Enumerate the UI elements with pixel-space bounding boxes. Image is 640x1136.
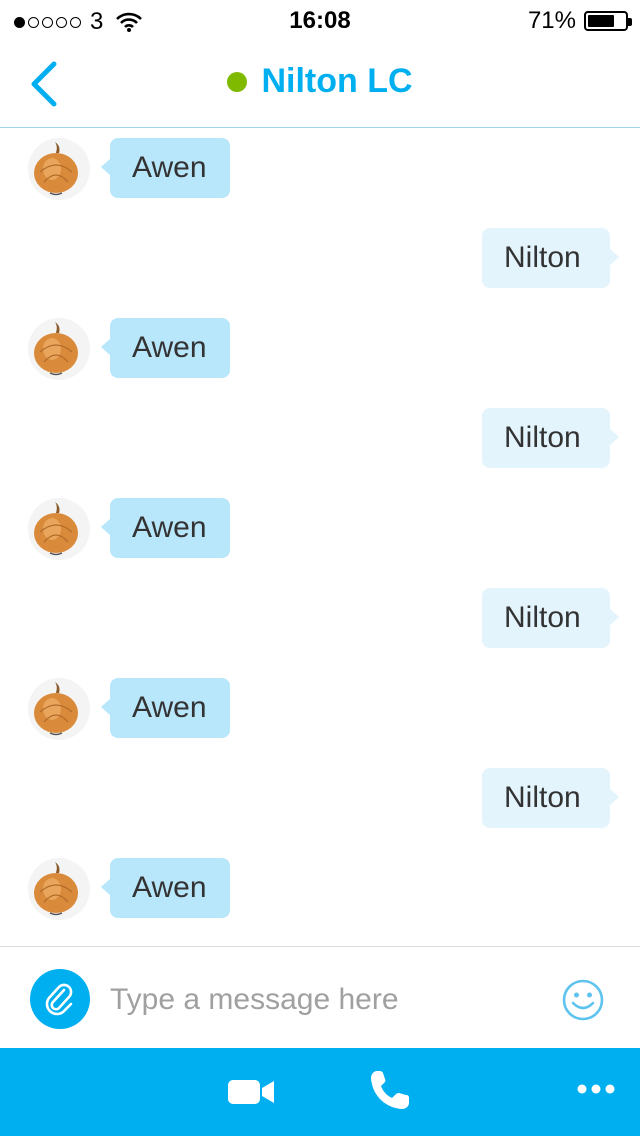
battery-percent: 71% <box>527 7 576 34</box>
onion-avatar-image <box>34 142 78 196</box>
message-composer <box>0 946 640 1048</box>
outgoing-message: Nilton <box>0 768 640 828</box>
incoming-message: Awen <box>0 858 640 920</box>
contact-name: Nilton LC <box>261 62 413 100</box>
message-bubble[interactable]: Nilton <box>482 768 619 828</box>
battery-fill <box>588 15 614 27</box>
message-bubble[interactable]: Nilton <box>482 408 619 468</box>
onion-avatar-image <box>34 862 78 916</box>
call-toolbar <box>0 1048 640 1136</box>
onion-avatar-image <box>34 322 78 376</box>
video-camera-icon[interactable] <box>228 1078 276 1106</box>
battery-nub <box>628 18 632 26</box>
status-bar: 3 16:08 71% <box>0 0 640 40</box>
phone-icon[interactable] <box>368 1068 412 1112</box>
avatar[interactable] <box>28 318 90 380</box>
avatar[interactable] <box>28 858 90 920</box>
message-bubble[interactable]: Awen <box>101 498 230 558</box>
incoming-message: Awen <box>0 138 640 200</box>
message-input[interactable] <box>110 975 530 1025</box>
presence-indicator <box>227 71 248 92</box>
avatar[interactable] <box>28 678 90 740</box>
contact-title[interactable]: Nilton LC <box>0 62 640 101</box>
conversation-header: Nilton LC <box>0 40 640 128</box>
incoming-message: Awen <box>0 318 640 380</box>
incoming-message: Awen <box>0 678 640 740</box>
avatar[interactable] <box>28 138 90 200</box>
more-dots-icon[interactable] <box>576 1082 616 1096</box>
outgoing-message: Nilton <box>0 588 640 648</box>
outgoing-message: Nilton <box>0 228 640 288</box>
incoming-message: Awen <box>0 498 640 560</box>
outgoing-message: Nilton <box>0 408 640 468</box>
attach-button[interactable] <box>30 969 90 1029</box>
message-bubble[interactable]: Awen <box>101 318 230 378</box>
onion-avatar-image <box>34 682 78 736</box>
message-bubble[interactable]: Nilton <box>482 228 619 288</box>
smiley-icon[interactable] <box>562 979 604 1021</box>
message-bubble[interactable]: Nilton <box>482 588 619 648</box>
message-bubble[interactable]: Awen <box>101 678 230 738</box>
message-list[interactable]: Awen Nilton Awen Nilton Awen Nilton Awen Nilton… <box>0 128 640 946</box>
paperclip-icon <box>45 983 73 1016</box>
avatar[interactable] <box>28 498 90 560</box>
message-bubble[interactable]: Awen <box>101 138 230 198</box>
battery-icon <box>584 11 632 31</box>
onion-avatar-image <box>34 502 78 556</box>
battery-indicator: 71% <box>527 7 632 35</box>
message-bubble[interactable]: Awen <box>101 858 230 918</box>
